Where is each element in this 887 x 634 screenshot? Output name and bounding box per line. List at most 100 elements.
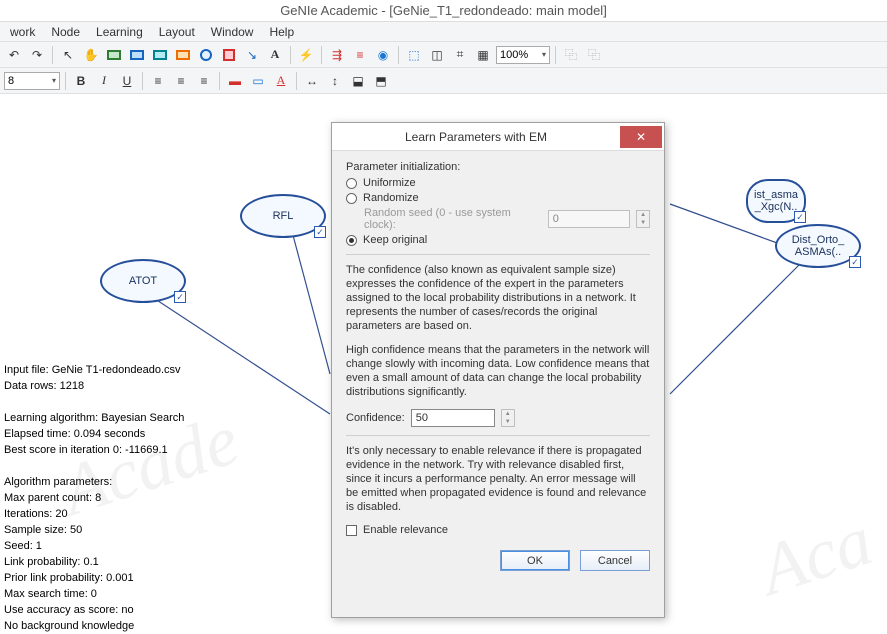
node-dist-orto[interactable]: Dist_Orto_ ASMAs(.. ✓: [775, 224, 861, 268]
node-green-icon[interactable]: [104, 45, 124, 65]
confidence-label: Confidence:: [346, 412, 405, 424]
menu-help[interactable]: Help: [261, 23, 302, 41]
bold-icon[interactable]: B: [71, 71, 91, 91]
graph1-icon[interactable]: ⬚: [404, 45, 424, 65]
layout2-icon[interactable]: ≡: [350, 45, 370, 65]
enable-relevance-checkbox[interactable]: Enable relevance: [346, 524, 650, 536]
info-l2: Data rows: 1218: [4, 380, 84, 392]
separator: [321, 46, 322, 64]
node-rfl[interactable]: RFL ✓: [240, 194, 326, 238]
node-check-icon: ✓: [794, 211, 806, 223]
learn-parameters-dialog: Learn Parameters with EM ✕ Parameter ini…: [331, 122, 665, 618]
align-left-icon[interactable]: ≡: [148, 71, 168, 91]
menu-learning[interactable]: Learning: [88, 23, 151, 41]
menu-node[interactable]: Node: [43, 23, 88, 41]
node-ist-asma[interactable]: ist_asma _Xgc(N.. ✓: [746, 179, 806, 223]
dist-h-icon[interactable]: ↔: [302, 71, 322, 91]
align-right-icon[interactable]: ≡: [194, 71, 214, 91]
radio-label: Keep original: [363, 234, 427, 246]
undo-icon[interactable]: ↶: [4, 45, 24, 65]
graph2-icon[interactable]: ◫: [427, 45, 447, 65]
menu-layout[interactable]: Layout: [151, 23, 203, 41]
underline-icon[interactable]: U: [117, 71, 137, 91]
seed-spinner: ▲▼: [636, 210, 650, 228]
separator: [555, 46, 556, 64]
menu-window[interactable]: Window: [203, 23, 262, 41]
align-center-icon[interactable]: ≡: [171, 71, 191, 91]
relevance-para: It's only necessary to enable relevance …: [346, 444, 650, 514]
separator: [346, 435, 650, 436]
pointer-icon[interactable]: ↖: [58, 45, 78, 65]
radio-uniformize[interactable]: Uniformize: [346, 177, 650, 189]
node-label: RFL: [273, 210, 294, 222]
radio-keep-original[interactable]: Keep original: [346, 234, 650, 246]
grid-icon[interactable]: ▦: [473, 45, 493, 65]
node-teal-icon[interactable]: [150, 45, 170, 65]
node-check-icon: ✓: [314, 226, 326, 238]
italic-icon[interactable]: I: [94, 71, 114, 91]
font-color-icon[interactable]: A: [271, 71, 291, 91]
redo-icon[interactable]: ↷: [27, 45, 47, 65]
separator: [52, 46, 53, 64]
font-size-value: 8: [8, 75, 14, 87]
radio-icon: [346, 235, 357, 246]
confidence-value: 50: [416, 412, 428, 424]
node-square-icon[interactable]: [219, 45, 239, 65]
confidence-input[interactable]: 50: [411, 409, 495, 427]
hand-icon[interactable]: ✋: [81, 45, 101, 65]
copy2-icon[interactable]: ⿻: [584, 45, 604, 65]
info-l5: Best score in iteration 0: -11669.1: [4, 444, 168, 456]
seed-value: 0: [553, 213, 559, 225]
toolbar-secondary: 8 B I U ≡ ≡ ≡ ▬ ▭ A ↔ ↕ ⬓ ⬒: [0, 68, 887, 94]
close-icon: ✕: [636, 130, 646, 144]
copy1-icon[interactable]: ⿻: [561, 45, 581, 65]
dialog-button-row: OK Cancel: [346, 550, 650, 571]
radio-icon: [346, 178, 357, 189]
dist-v-icon[interactable]: ↕: [325, 71, 345, 91]
layout1-icon[interactable]: ⇶: [327, 45, 347, 65]
node-blue-icon[interactable]: [127, 45, 147, 65]
dialog-title: Learn Parameters with EM: [332, 130, 620, 144]
cancel-button[interactable]: Cancel: [580, 550, 650, 571]
font-size-select[interactable]: 8: [4, 72, 60, 90]
target-icon[interactable]: ◉: [373, 45, 393, 65]
separator: [65, 72, 66, 90]
node-orange-icon[interactable]: [173, 45, 193, 65]
info-l15: No background knowledge: [4, 620, 134, 632]
fill-color-icon[interactable]: ▬: [225, 71, 245, 91]
separator: [219, 72, 220, 90]
radio-randomize[interactable]: Randomize: [346, 192, 650, 204]
send-back-icon[interactable]: ⬓: [348, 71, 368, 91]
confidence-spinner[interactable]: ▲▼: [501, 409, 515, 427]
info-l4: Elapsed time: 0.094 seconds: [4, 428, 145, 440]
node-circle-icon[interactable]: [196, 45, 216, 65]
separator: [346, 254, 650, 255]
node-atot[interactable]: ATOT ✓: [100, 259, 186, 303]
bring-front-icon[interactable]: ⬒: [371, 71, 391, 91]
seed-input: 0: [548, 210, 630, 228]
zoom-select[interactable]: 100%: [496, 46, 550, 64]
zoom-value: 100%: [500, 49, 528, 61]
ok-button[interactable]: OK: [500, 550, 570, 571]
line-color-icon[interactable]: ▭: [248, 71, 268, 91]
info-l1: Input file: GeNie T1-redondeado.csv: [4, 364, 181, 376]
update-icon[interactable]: ⚡: [296, 45, 316, 65]
watermark: Aca: [750, 499, 882, 613]
graph3-icon[interactable]: ⌗: [450, 45, 470, 65]
info-l7: Max parent count: 8: [4, 492, 101, 504]
info-l10: Seed: 1: [4, 540, 42, 552]
close-button[interactable]: ✕: [620, 126, 662, 148]
node-label: ATOT: [129, 275, 157, 287]
separator: [296, 72, 297, 90]
text-icon[interactable]: A: [265, 45, 285, 65]
dialog-titlebar[interactable]: Learn Parameters with EM ✕: [332, 123, 664, 151]
link-icon[interactable]: ↘: [242, 45, 262, 65]
info-l6: Algorithm parameters:: [4, 476, 112, 488]
node-check-icon: ✓: [849, 256, 861, 268]
toolbar-primary: ↶ ↷ ↖ ✋ ↘ A ⚡ ⇶ ≡ ◉ ⬚ ◫ ⌗ ▦ 100% ⿻ ⿻: [0, 42, 887, 68]
separator: [142, 72, 143, 90]
info-l14: Use accuracy as score: no: [4, 604, 134, 616]
menu-work[interactable]: work: [2, 23, 43, 41]
info-l9: Sample size: 50: [4, 524, 82, 536]
window-title: GeNIe Academic - [GeNie_T1_redondeado: m…: [280, 3, 607, 18]
